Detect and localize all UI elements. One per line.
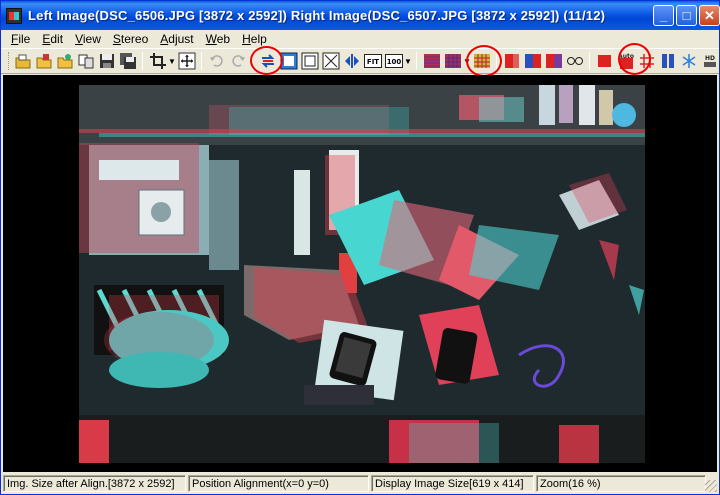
title-bar[interactable]: Left Image(DSC_6506.JPG [3872 x 2592]) R… [1,1,720,30]
close-icon: ✕ [704,7,715,23]
toolbar-grip[interactable] [8,52,9,70]
interlaced-icon[interactable] [423,52,441,70]
status-img-size: Img. Size after Align.[3872 x 2592] [3,475,186,492]
hd-button[interactable]: HD [701,52,719,70]
status-position: Position Alignment(x=0 y=0) [188,475,369,492]
app-icon[interactable] [6,7,22,24]
svg-text:HD: HD [704,55,714,62]
menu-stereo[interactable]: Stereo [107,31,154,47]
red-cyan-icon[interactable] [503,52,521,70]
maximize-icon: □ [682,8,691,23]
highlight-circle-swap [250,46,283,75]
open-folder-icon[interactable] [35,52,53,70]
minimize-button[interactable]: _ [653,5,674,26]
window-title: Left Image(DSC_6506.JPG [3872 x 2592]) R… [28,8,606,23]
menu-help[interactable]: Help [236,31,273,47]
snowflake-icon[interactable] [680,52,698,70]
fit-button[interactable]: FIT [363,52,382,70]
app-window: Left Image(DSC_6506.JPG [3872 x 2592]) R… [0,0,720,495]
menu-bar: File Edit View Stereo Adjust Web Help [1,30,719,48]
zoom-100-button[interactable]: 100 [384,52,403,70]
red-green-icon[interactable] [545,52,563,70]
red-blue-icon[interactable] [524,52,542,70]
menu-web[interactable]: Web [200,31,236,47]
close-button[interactable]: ✕ [699,5,720,26]
vertical-split-icon[interactable] [659,52,677,70]
red-square-icon[interactable] [596,52,614,70]
open-stereo-icon[interactable] [56,52,74,70]
svg-text:FIT: FIT [366,58,378,66]
image-viewport[interactable] [3,75,717,472]
menu-edit[interactable]: Edit [36,31,69,47]
open-images-icon[interactable] [14,52,32,70]
save-icon[interactable] [98,52,116,70]
anaglyph-image[interactable] [79,85,645,463]
glasses-icon[interactable] [566,52,584,70]
svg-text:100: 100 [386,58,401,66]
undo-icon[interactable] [208,52,226,70]
compare-icon[interactable] [77,52,95,70]
status-display-size: Display Image Size[619 x 414] [371,475,534,492]
shrink-horizontal-icon[interactable] [343,52,361,70]
status-bar: Img. Size after Align.[3872 x 2592] Posi… [1,473,719,494]
menu-view[interactable]: View [69,31,107,47]
checker-icon[interactable] [444,52,462,70]
redo-icon[interactable] [229,52,247,70]
toolbar-separator [589,52,590,70]
status-zoom: Zoom(16 %) [536,475,706,492]
toolbar-separator [201,52,202,70]
expand-icon[interactable] [322,52,340,70]
resize-grip[interactable] [705,480,717,492]
maximize-button[interactable]: □ [676,5,697,26]
minimize-icon: _ [659,8,668,23]
menu-adjust[interactable]: Adjust [154,31,199,47]
menu-file[interactable]: File [5,31,36,47]
zoom-dropdown-icon[interactable]: ▼ [404,52,412,70]
highlight-circle-color-mode [466,45,502,77]
full-frame-icon[interactable] [301,52,319,70]
highlight-circle-auto [618,43,651,75]
anaglyph-scene [79,85,645,463]
toolbar: ▼ FIT 100 ▼ ▼ Auto HD [1,48,719,74]
save-all-icon[interactable] [119,52,137,70]
toolbar-separator [142,52,143,70]
toolbar-separator [416,52,417,70]
crop-icon[interactable] [149,52,167,70]
crop-dropdown-icon[interactable]: ▼ [168,52,176,70]
move-icon[interactable] [178,52,196,70]
